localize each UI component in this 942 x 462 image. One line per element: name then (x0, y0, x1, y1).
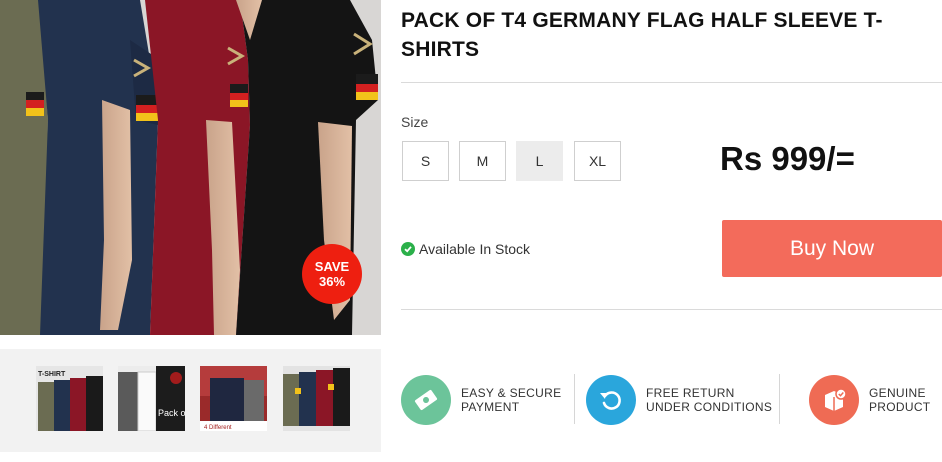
divider-top (401, 82, 942, 83)
feature-separator-2 (779, 374, 780, 424)
feature-genuine-line1: GENUINE (869, 386, 926, 400)
size-option-s[interactable]: S (402, 141, 449, 181)
size-option-l[interactable]: L (516, 141, 563, 181)
thumbnail-3-caption: 4 Different (204, 425, 232, 431)
thumbnail-strip: T-SHIRT Pack of 3 4 Different (0, 349, 381, 452)
feature-genuine-product: GENUINE PRODUCT (809, 374, 930, 426)
buy-now-button[interactable]: Buy Now (722, 220, 942, 277)
payment-icon (401, 375, 451, 425)
save-badge-percent: 36% (318, 274, 346, 289)
genuine-box-icon (809, 375, 859, 425)
feature-free-return: FREE RETURN UNDER CONDITIONS (586, 374, 772, 426)
thumbnail-3[interactable]: 4 Different (200, 366, 267, 431)
return-icon (586, 375, 636, 425)
feature-secure-payment: EASY & SECURE PAYMENT (401, 374, 561, 426)
feature-payment-line2: PAYMENT (461, 400, 520, 414)
feature-separator-1 (574, 374, 575, 424)
thumbnail-2[interactable]: Pack of 3 (118, 366, 185, 431)
size-label: Size (401, 114, 429, 130)
save-badge-label: SAVE (314, 259, 350, 274)
thumbnail-1-caption: T-SHIRT (38, 371, 66, 378)
thumbnail-1[interactable]: T-SHIRT (36, 366, 103, 431)
size-option-xl[interactable]: XL (574, 141, 621, 181)
feature-return-line1: FREE RETURN (646, 386, 735, 400)
divider-bottom (401, 309, 942, 310)
thumbnail-2-caption: Pack of 3 (158, 408, 185, 418)
check-circle-icon (401, 242, 415, 256)
size-option-m[interactable]: M (459, 141, 506, 181)
feature-return-line2: UNDER CONDITIONS (646, 400, 773, 414)
product-title: PACK OF T4 GERMANY FLAG HALF SLEEVE T-SH… (401, 9, 883, 61)
product-main-image[interactable]: SAVE 36% (0, 0, 381, 335)
product-price: Rs 999/= (720, 140, 855, 177)
thumbnail-4[interactable] (283, 366, 350, 431)
stock-status: Available In Stock (401, 241, 530, 257)
save-badge: SAVE 36% (302, 244, 362, 304)
feature-genuine-line2: PRODUCT (869, 400, 931, 414)
stock-text: Available In Stock (419, 241, 531, 257)
feature-payment-line1: EASY & SECURE (461, 386, 562, 400)
